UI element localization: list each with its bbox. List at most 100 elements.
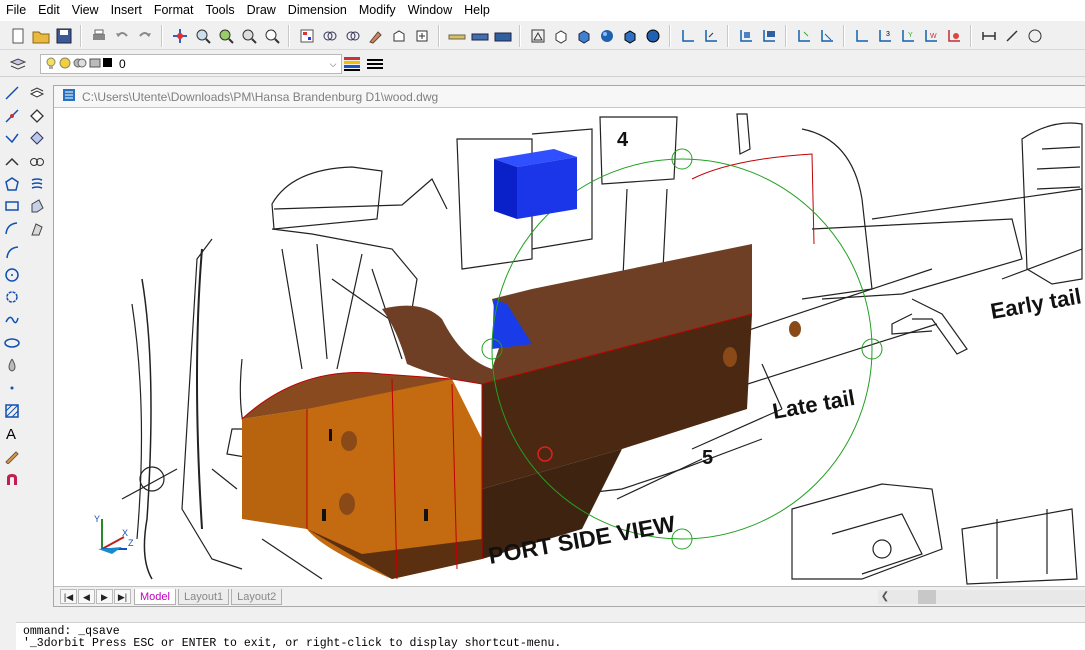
print-icon[interactable] (89, 26, 109, 46)
redo-icon[interactable] (135, 26, 155, 46)
ucs-y-icon[interactable]: Y (898, 26, 918, 46)
line-icon[interactable] (1, 82, 23, 104)
arc-icon[interactable] (1, 218, 23, 240)
gouraud-edges-icon[interactable] (643, 26, 663, 46)
tool-palette-icon[interactable] (366, 26, 386, 46)
last-tab-icon[interactable]: ▶| (114, 589, 131, 604)
flat-shaded-icon[interactable] (574, 26, 594, 46)
save-icon[interactable] (54, 26, 74, 46)
new-file-icon[interactable] (8, 26, 28, 46)
drawing-canvas[interactable]: 4 Early tail Late tail 5 PORT SIDE VIEW … (62, 109, 1085, 586)
menu-edit[interactable]: Edit (32, 0, 66, 21)
pan-realtime-icon[interactable] (170, 26, 190, 46)
magnet-icon[interactable] (1, 468, 23, 490)
first-tab-icon[interactable]: |◀ (60, 589, 77, 604)
ellipse-arc-icon[interactable] (1, 354, 23, 376)
block-icon[interactable] (389, 26, 409, 46)
revision-cloud-icon[interactable] (1, 286, 23, 308)
polygon-icon[interactable] (1, 173, 23, 195)
area-icon[interactable] (470, 26, 490, 46)
dimension-angular-icon[interactable] (1025, 26, 1045, 46)
layer-on-icon[interactable] (45, 56, 57, 73)
layer-freeze-icon[interactable] (59, 56, 71, 73)
ucs-x-icon[interactable]: 3 (875, 26, 895, 46)
zoom-window-icon[interactable] (216, 26, 236, 46)
insert-block-icon[interactable] (412, 26, 432, 46)
layer-previous-icon[interactable] (26, 82, 48, 104)
orbit-icon[interactable] (26, 150, 48, 172)
dimension-linear-icon[interactable] (979, 26, 999, 46)
ucs-3point-icon[interactable] (852, 26, 872, 46)
ucs-world-icon[interactable] (736, 26, 756, 46)
properties-icon[interactable] (297, 26, 317, 46)
multiline-text-icon[interactable]: A (1, 422, 23, 444)
open-folder-icon[interactable] (31, 26, 51, 46)
linetype-control-icon[interactable] (366, 55, 384, 73)
toolbar-separator (843, 24, 845, 47)
ellipse-icon[interactable] (1, 332, 23, 354)
tab-model[interactable]: Model (134, 588, 176, 605)
menu-window[interactable]: Window (402, 0, 458, 21)
color-control-icon[interactable] (343, 55, 361, 73)
gouraud-shaded-icon[interactable] (597, 26, 617, 46)
mass-properties-icon[interactable] (493, 26, 513, 46)
horizontal-scrollbar[interactable]: ❮ (878, 590, 1085, 604)
drawing-window: C:\Users\Utente\Downloads\PM\Hansa Brand… (53, 85, 1085, 607)
match-properties-icon[interactable] (320, 26, 340, 46)
circle-icon[interactable] (1, 264, 23, 286)
layer-lock-icon[interactable] (73, 56, 87, 73)
previous-tab-icon[interactable]: ◀ (78, 589, 95, 604)
menu-insert[interactable]: Insert (105, 0, 148, 21)
zoom-previous-icon[interactable] (262, 26, 282, 46)
model-space-viewport[interactable]: 4 Early tail Late tail 5 PORT SIDE VIEW … (62, 109, 1085, 586)
hatch-icon[interactable] (1, 400, 23, 422)
layer-dropdown[interactable]: 0 ⌵ (40, 54, 342, 74)
next-tab-icon[interactable]: ▶ (96, 589, 113, 604)
rectangle-icon[interactable] (1, 195, 23, 217)
gradient-icon[interactable] (1, 445, 23, 467)
undo-icon[interactable] (112, 26, 132, 46)
flat-edges-icon[interactable] (620, 26, 640, 46)
design-center-icon[interactable] (343, 26, 363, 46)
layer-plot-icon[interactable] (89, 56, 101, 73)
ucs-origin-icon[interactable] (794, 26, 814, 46)
ucs-z-icon[interactable]: W (921, 26, 941, 46)
tab-layout2[interactable]: Layout2 (231, 588, 283, 605)
distance-icon[interactable] (447, 26, 467, 46)
ucs-object-icon[interactable] (759, 26, 779, 46)
layer-manager-icon[interactable] (8, 54, 28, 74)
zoom-realtime-icon[interactable] (193, 26, 213, 46)
erase-icon[interactable] (26, 105, 48, 127)
scrollbar-thumb[interactable] (918, 590, 936, 604)
multiline-icon[interactable] (1, 150, 23, 172)
zoom-extents-icon[interactable] (239, 26, 259, 46)
menu-dimension[interactable]: Dimension (282, 0, 353, 21)
dimension-aligned-icon[interactable] (1002, 26, 1022, 46)
menu-format[interactable]: Format (148, 0, 200, 21)
revolve-icon[interactable] (26, 195, 48, 217)
copy-object-icon[interactable] (26, 127, 48, 149)
menu-file[interactable]: File (0, 0, 32, 21)
ucs-view-icon[interactable] (817, 26, 837, 46)
polyline-icon[interactable] (1, 127, 23, 149)
spline-icon[interactable] (1, 309, 23, 331)
menu-modify[interactable]: Modify (353, 0, 402, 21)
menu-help[interactable]: Help (458, 0, 496, 21)
tab-layout1[interactable]: Layout1 (177, 588, 230, 605)
construction-line-icon[interactable] (1, 105, 23, 127)
ucs-previous-icon[interactable] (701, 26, 721, 46)
section-icon[interactable] (26, 218, 48, 240)
menu-view[interactable]: View (66, 0, 105, 21)
wireframe-icon[interactable] (528, 26, 548, 46)
command-line[interactable]: ommand: _qsave '_3dorbit Press ESC or EN… (16, 622, 1085, 650)
chevron-down-icon[interactable]: ⌵ (327, 57, 339, 71)
point-icon[interactable] (1, 377, 23, 399)
scroll-left-icon[interactable]: ❮ (878, 590, 892, 604)
menu-tools[interactable]: Tools (199, 0, 240, 21)
arc-3point-icon[interactable] (1, 241, 23, 263)
ucs-apply-icon[interactable] (944, 26, 964, 46)
extrude-icon[interactable] (26, 173, 48, 195)
ucs-icon[interactable] (678, 26, 698, 46)
hidden-icon[interactable] (551, 26, 571, 46)
menu-draw[interactable]: Draw (241, 0, 282, 21)
